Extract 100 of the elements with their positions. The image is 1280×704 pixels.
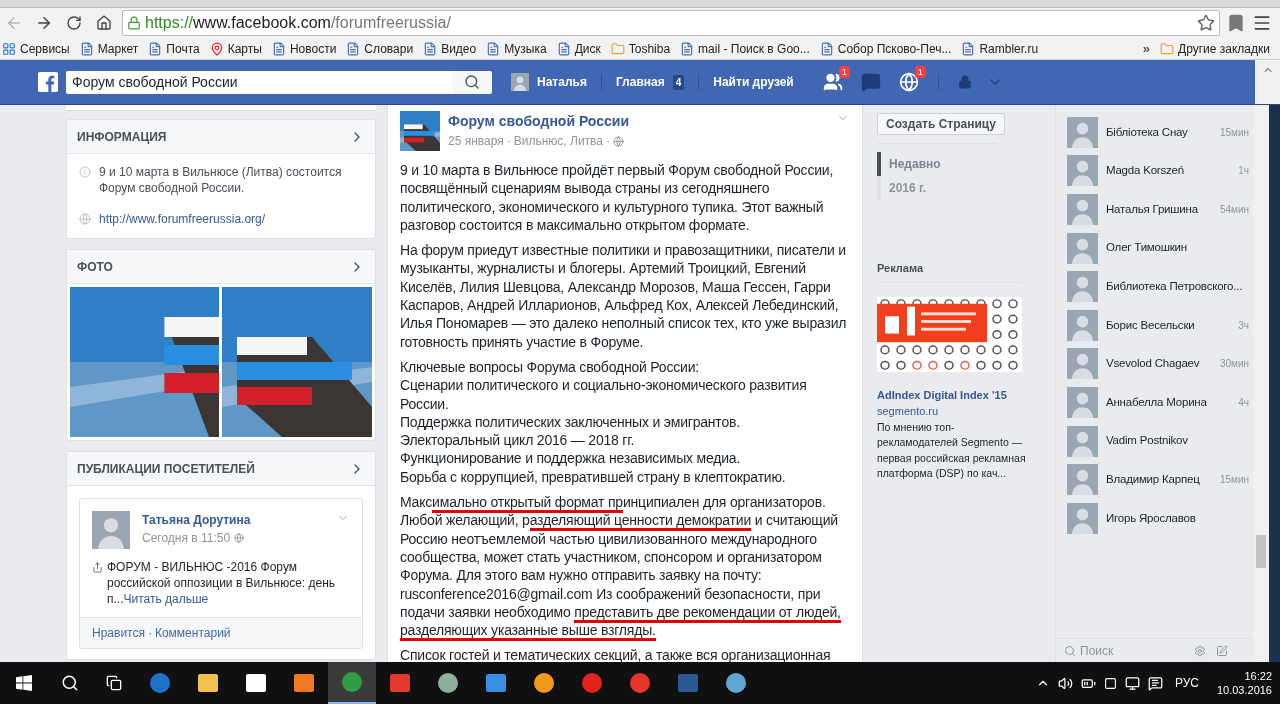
globe-icon <box>898 72 919 92</box>
folder-icon <box>610 41 625 56</box>
menu-icon[interactable] <box>1252 13 1272 33</box>
bookmark-link[interactable]: Toshiba <box>610 39 671 58</box>
contact-name: Игорь Ярославов <box>1106 510 1197 526</box>
page-icon <box>819 41 834 56</box>
comment-link[interactable]: Комментарий <box>154 624 231 642</box>
contact-name: Наталья Гришина <box>1106 201 1199 217</box>
search-button[interactable] <box>452 70 492 94</box>
last-active-time: 15мин <box>1219 473 1249 488</box>
home-icon <box>96 15 112 31</box>
page-icon <box>271 41 286 56</box>
home-link[interactable]: Главная <box>615 73 665 91</box>
app-icon <box>436 671 460 695</box>
post-line: Поддержка политических заключенных и эмигрантов. <box>400 412 741 432</box>
chat-contact[interactable]: Vadim Postnikov <box>1067 421 1253 461</box>
app-icon <box>196 671 220 695</box>
app-icon <box>388 671 412 695</box>
app-icon <box>580 671 604 695</box>
chat-contact[interactable]: Владимир Карпец 15мин <box>1067 460 1253 499</box>
compose-icon[interactable] <box>1216 644 1228 657</box>
card-header[interactable]: ФОТО <box>67 250 375 284</box>
bookmark-link[interactable]: Сервисы <box>2 39 70 58</box>
author-link[interactable]: Татьяна Дорутина <box>142 511 324 529</box>
clock[interactable]: 16:22 10.03.2016 <box>1216 669 1272 697</box>
read-more-link[interactable]: Читать дальше <box>123 592 209 606</box>
bookmark-link[interactable]: Видео <box>423 39 477 58</box>
chat-contact[interactable]: Magda Korszeń 1ч <box>1067 151 1253 191</box>
chat-contact[interactable]: Бібліотека Снау 15мин <box>1067 113 1253 152</box>
messages-icon <box>860 72 881 92</box>
find-friends-link[interactable]: Найти друзей <box>713 73 794 91</box>
avatar <box>1067 309 1098 341</box>
bookmark-link[interactable]: mail - Поиск в Goo... <box>680 39 810 58</box>
card-title: ФОТО <box>77 258 113 276</box>
avatar <box>1067 348 1098 380</box>
bookmark-link[interactable]: Музыка <box>486 39 547 58</box>
bookmark-link[interactable]: Другие закладки <box>1160 39 1270 58</box>
chat-contact[interactable]: Библиотека Петровского... <box>1067 267 1253 306</box>
post-line: Электоральный цикл 2016 — 2018 гг. <box>400 431 636 450</box>
search-icon <box>464 74 480 90</box>
bookmark-icon[interactable] <box>1226 13 1246 33</box>
bookmark-link[interactable]: Словари <box>346 39 414 58</box>
notification-badge: 1 <box>914 66 926 78</box>
chat-contact[interactable]: Олег Тимошкин <box>1067 228 1253 268</box>
bookmark-link[interactable]: Rambler.ru <box>961 39 1039 58</box>
website-link[interactable]: http://www.forumfreerussia.org/ <box>99 210 266 228</box>
card-title: ПУБЛИКАЦИИ ПОСЕТИТЕЛЕЙ <box>77 460 255 478</box>
bookmark-link[interactable]: Маркет <box>79 39 139 58</box>
notifications-icon[interactable] <box>1147 675 1163 691</box>
ad-title-link[interactable]: AdIndex Digital Index '15 <box>877 386 1055 403</box>
share-icon <box>92 562 103 573</box>
star-icon[interactable] <box>1197 14 1215 32</box>
create-page-button[interactable]: Создать Страницу <box>877 113 1005 135</box>
chat-contact[interactable]: Аннабелла Морина 4ч <box>1067 383 1253 422</box>
apps-icon <box>2 41 16 56</box>
scrollbar-thumb[interactable] <box>1256 535 1266 568</box>
like-link[interactable]: Нравится <box>92 624 145 642</box>
card-header[interactable]: ИНФОРМАЦИЯ <box>67 120 375 154</box>
contact-name: Vadim Postnikov <box>1106 433 1189 449</box>
post-line: Сценарии политического и социально-экономического развития России. <box>400 376 808 413</box>
app-icon <box>340 670 364 694</box>
more-bookmarks-button[interactable]: » <box>1142 38 1151 59</box>
bookmark-link[interactable]: Собор Псково-Печ... <box>819 39 952 58</box>
page-icon <box>680 41 695 56</box>
device-icon[interactable] <box>1103 676 1117 690</box>
profile-link[interactable]: Наталья <box>537 73 587 91</box>
pin-icon <box>209 41 224 56</box>
chat-contact[interactable]: Vsevolod Chagaev 30мин <box>1067 344 1253 384</box>
bookmark-link[interactable]: Новости <box>271 39 337 58</box>
clock-time: 16:22 <box>1244 669 1272 683</box>
avatar <box>1067 116 1098 148</box>
chat-contact[interactable]: Борис Весельски 3ч <box>1067 305 1253 345</box>
card-header[interactable]: ПУБЛИКАЦИИ ПОСЕТИТЕЛЕЙ <box>67 452 375 486</box>
chat-contact[interactable]: Игорь Ярославов <box>1067 498 1253 538</box>
facebook-logo-icon[interactable] <box>38 72 58 92</box>
clock-date: 10.03.2016 <box>1216 683 1272 697</box>
chat-search-field[interactable]: Поиск <box>1080 641 1190 660</box>
page-icon <box>346 41 361 56</box>
avatar <box>1067 194 1098 225</box>
avatar <box>1067 155 1098 187</box>
chat-contact[interactable]: Наталья Гришина 54мин <box>1067 190 1253 229</box>
page-icon <box>148 41 163 56</box>
network-icon[interactable] <box>1124 675 1140 691</box>
post-paragraph: 9 и 10 марта в Вильнюсе пройдёт первый Форум свободной России, посвящённый сценариям вывода страны из сегодняшнего политического, экономического и культурного тупика. Этот важный разговор состоится в максимально открытом формате. <box>400 161 835 235</box>
post-paragraph: Максимально открытый формат принципиален для организаторов. Любой желающий, разделяющий ценности демократии и считающий Россию неотъемлемой частью цивилизованного международного сообщества, может стать участником, спонсором и организатором Форума. Для этого вам нужно отправить заявку на почту: rusconference2016@gmail.com Из соображений безопасности, при подачи заявки необходимо представить две рекомендации от людей, разделяющих указанные выше взгляды. <box>400 493 850 640</box>
search-field[interactable]: Форум свободной России <box>66 70 452 94</box>
language-indicator[interactable]: РУС <box>1174 674 1199 692</box>
friends-icon <box>822 72 843 92</box>
globe-icon <box>79 213 91 225</box>
volume-icon[interactable] <box>1057 675 1073 691</box>
separator-dot: · <box>147 625 152 642</box>
bookmark-link[interactable]: Почта <box>148 39 200 58</box>
address-field[interactable]: https://www.facebook.com/forumfreerussia/ <box>122 10 1220 36</box>
bookmark-link[interactable]: Диск <box>556 39 601 58</box>
bookmark-link[interactable]: Карты <box>209 39 262 58</box>
page-name-link[interactable]: Форум свободной России <box>448 111 828 132</box>
ad-domain-link[interactable]: segmento.ru <box>877 403 1055 420</box>
search-icon <box>61 674 79 692</box>
avatar <box>1067 464 1098 496</box>
card-title: ИНФОРМАЦИЯ <box>77 128 167 146</box>
